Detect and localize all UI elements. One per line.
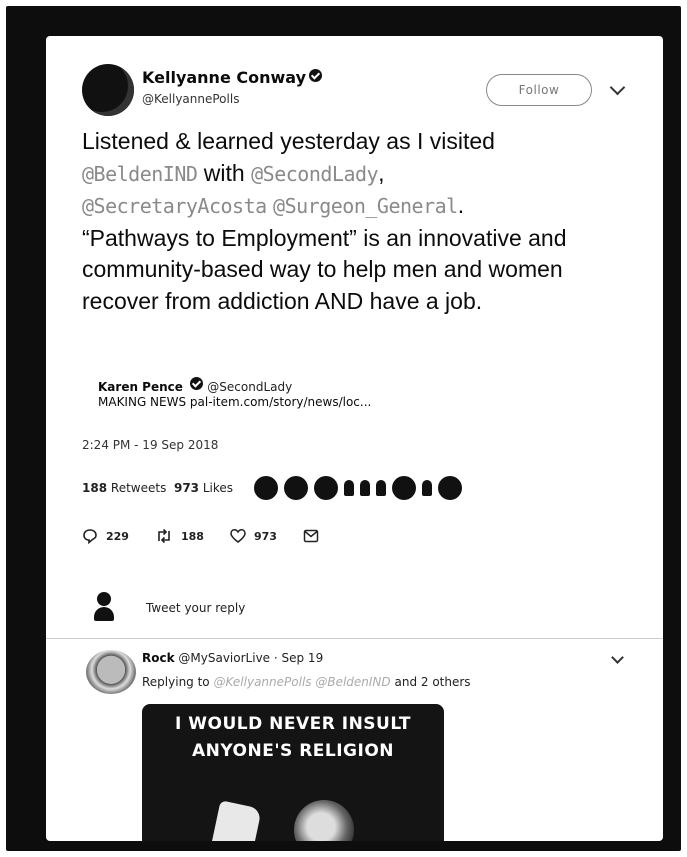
meme-caption-line: I WOULD NEVER INSULT [175, 714, 411, 734]
replying-others[interactable]: and 2 others [394, 675, 470, 689]
heart-icon [230, 529, 246, 543]
author-name-text: Kellyanne Conway [142, 68, 307, 87]
quote-author-name: Karen Pence [98, 380, 183, 394]
tweet-text-part: “Pathways to Employment” is an innovativ… [82, 224, 567, 314]
meme-face [294, 800, 354, 841]
tweet-card: Kellyanne Conway @KellyannePolls Follow … [46, 36, 663, 841]
meme-caption-line: ANYONE'S RELIGION [191, 741, 395, 761]
liker-avatar[interactable] [254, 476, 278, 500]
follow-button[interactable]: Follow [486, 74, 592, 106]
screenshot-frame: Kellyanne Conway @KellyannePolls Follow … [6, 6, 681, 851]
direct-message-button[interactable] [303, 529, 327, 543]
tweet-text-part: with [197, 159, 252, 186]
retweet-button[interactable]: 188 [155, 528, 204, 544]
tweet-text-part: , [378, 159, 385, 186]
liker-avatar[interactable] [314, 476, 338, 500]
mention-link[interactable]: @SecretaryAcosta [82, 194, 267, 218]
tweet-text-part: Listened & learned yesterday as I visite… [82, 128, 495, 154]
author-name[interactable]: Kellyanne Conway [142, 68, 323, 87]
liker-avatar[interactable] [422, 480, 432, 496]
author-handle[interactable]: @KellyannePolls [142, 92, 239, 106]
timestamp[interactable]: 2:24 PM - 19 Sep 2018 [82, 438, 218, 452]
likes-label[interactable]: Likes [203, 481, 233, 495]
liker-avatar[interactable] [284, 476, 308, 500]
liker-avatar[interactable] [438, 476, 462, 500]
author-avatar[interactable] [82, 64, 134, 116]
quote-text[interactable]: MAKING NEWS pal-item.com/story/news/loc.… [98, 395, 371, 409]
reply-image[interactable]: I WOULD NEVER INSULT ANYONE'S RELIGION [142, 704, 444, 841]
liker-avatar[interactable] [360, 480, 370, 496]
reply-button[interactable]: 229 [82, 528, 129, 544]
reply-author-avatar[interactable] [86, 650, 136, 694]
engagement-stats: 188 Retweets 973 Likes [82, 481, 233, 495]
like-button[interactable]: 973 [230, 528, 277, 544]
envelope-icon [303, 529, 319, 543]
liker-avatar[interactable] [376, 480, 386, 496]
reply-author-name[interactable]: Rock [142, 651, 175, 665]
quote-author-handle: @SecondLady [207, 380, 293, 394]
reply-icon [83, 529, 97, 544]
action-bar: 229 188 973 [82, 528, 353, 544]
replying-to: Replying to @KellyannePolls @BeldenIND a… [142, 675, 471, 689]
meme-hand [208, 800, 262, 841]
retweets-label[interactable]: Retweets [111, 481, 166, 495]
chevron-down-icon[interactable] [611, 651, 624, 664]
mention-link[interactable]: @SecondLady [251, 162, 378, 186]
liker-avatars [254, 473, 462, 503]
current-user-avatar [94, 592, 114, 622]
verified-icon [309, 69, 323, 82]
verified-icon [190, 377, 204, 390]
liker-avatar[interactable] [392, 476, 416, 500]
reply-header: Rock @MySaviorLive · Sep 19 [142, 651, 323, 665]
divider [46, 638, 663, 639]
replying-prefix: Replying to [142, 675, 210, 689]
replying-handles[interactable]: @KellyannePolls @BeldenIND [213, 675, 390, 689]
retweet-count[interactable]: 188 [82, 481, 107, 495]
avatar-head [97, 592, 111, 606]
retweet-action-count: 188 [180, 529, 204, 543]
liker-avatar[interactable] [344, 480, 354, 496]
chevron-down-icon[interactable] [609, 79, 626, 96]
tweet-text-part: . [457, 192, 465, 218]
reply-count: 229 [106, 529, 129, 543]
mention-link[interactable]: @Surgeon_General [273, 194, 458, 218]
reply-author-handle[interactable]: @MySaviorLive [178, 651, 270, 665]
reply-date[interactable]: · Sep 19 [274, 651, 323, 665]
like-count[interactable]: 973 [174, 481, 199, 495]
mention-link[interactable]: @BeldenIND [82, 162, 198, 186]
reply-input[interactable]: Tweet your reply [146, 601, 245, 615]
avatar-body [94, 607, 114, 621]
quote-author[interactable]: Karen Pence @SecondLady [98, 377, 292, 394]
tweet-text: Listened & learned yesterday as I visite… [82, 126, 642, 317]
like-action-count: 973 [253, 529, 277, 543]
retweet-icon [158, 528, 170, 544]
